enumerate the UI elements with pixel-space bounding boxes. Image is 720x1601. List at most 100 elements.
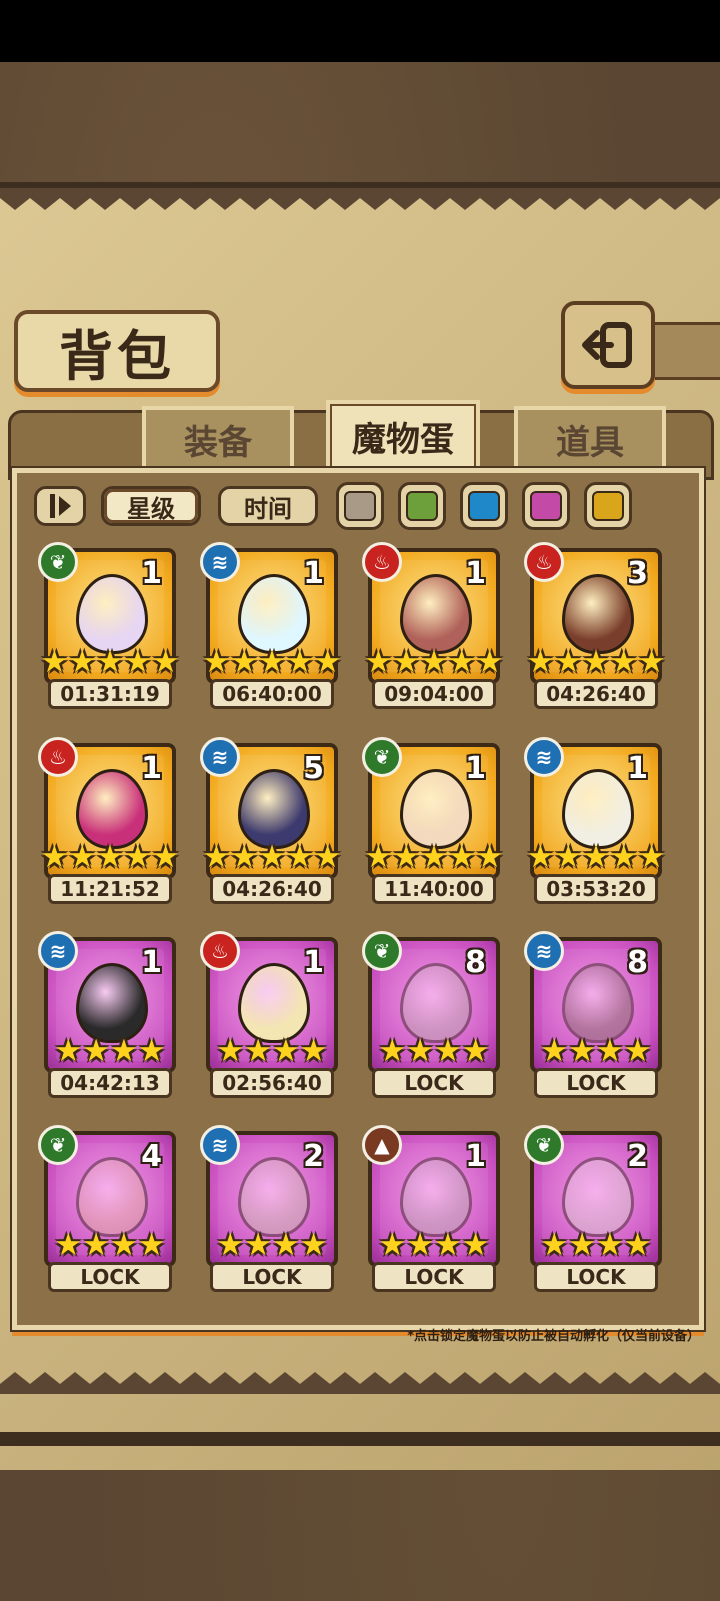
pink-swatch xyxy=(530,491,562,521)
star-icon: ★ xyxy=(568,1227,596,1263)
star-rating: ★ ★ ★ ★ xyxy=(48,1230,172,1261)
star-icon: ★ xyxy=(526,644,555,680)
tab-items[interactable]: 道具 xyxy=(514,406,666,472)
star-icon: ★ xyxy=(96,644,124,680)
star-icon: ★ xyxy=(540,1033,569,1069)
lock-button[interactable]: LOCK xyxy=(210,1262,334,1292)
sort-by-star-label: 星级 xyxy=(127,494,175,523)
star-icon: ★ xyxy=(96,839,124,875)
water-element-icon: ≋ xyxy=(524,737,564,777)
star-icon: ★ xyxy=(123,644,152,680)
star-icon: ★ xyxy=(272,1033,300,1069)
water-element-icon: ≋ xyxy=(200,737,240,777)
egg-count: 1 xyxy=(465,1139,486,1174)
status-bar xyxy=(0,0,720,62)
star-icon: ★ xyxy=(475,644,504,680)
star-icon: ★ xyxy=(420,839,448,875)
star-icon: ★ xyxy=(554,839,583,875)
star-icon: ★ xyxy=(216,1227,245,1263)
lock-button[interactable]: LOCK xyxy=(534,1262,658,1292)
star-icon: ★ xyxy=(596,1227,624,1263)
sort-by-star-button[interactable]: 星级 xyxy=(101,486,201,526)
star-icon: ★ xyxy=(609,839,638,875)
lock-button[interactable]: LOCK xyxy=(372,1262,496,1292)
green-swatch xyxy=(406,491,438,521)
star-rating: ★ ★ ★ ★ ★ xyxy=(527,839,666,875)
page-title: 背包 xyxy=(59,324,175,388)
star-icon: ★ xyxy=(151,839,180,875)
back-button[interactable] xyxy=(561,301,655,389)
hatch-timer: 09:04:00 xyxy=(372,679,496,709)
star-icon: ★ xyxy=(461,1227,490,1263)
sort-by-time-button[interactable]: 时间 xyxy=(218,486,318,526)
leaf-element-icon: ❦ xyxy=(362,737,402,777)
egg-count: 1 xyxy=(465,751,486,786)
star-icon: ★ xyxy=(392,839,421,875)
star-icon: ★ xyxy=(202,839,231,875)
star-icon: ★ xyxy=(434,1227,462,1263)
star-icon: ★ xyxy=(364,644,393,680)
earth-element-icon: ▲ xyxy=(362,1125,402,1165)
sort-order-toggle[interactable] xyxy=(34,486,86,526)
egg-count: 1 xyxy=(141,751,162,786)
egg-count: 5 xyxy=(303,751,324,786)
egg-count: 2 xyxy=(627,1139,648,1174)
water-element-icon: ≋ xyxy=(524,931,564,971)
star-icon: ★ xyxy=(378,1033,407,1069)
filter-yellow-button[interactable] xyxy=(584,482,632,530)
page-title-plate: 背包 xyxy=(14,310,220,392)
tab-monster-eggs[interactable]: 魔物蛋 xyxy=(326,400,480,472)
tab-equipment[interactable]: 装备 xyxy=(142,406,294,472)
star-rating: ★ ★ ★ ★ ★ xyxy=(41,839,180,875)
hatch-timer: 06:40:00 xyxy=(210,679,334,709)
grey-swatch xyxy=(344,491,376,521)
egg-count: 1 xyxy=(303,945,324,980)
star-rating: ★ ★ ★ ★ xyxy=(48,1036,172,1067)
hatch-timer: 04:26:40 xyxy=(210,874,334,904)
star-icon: ★ xyxy=(82,1227,110,1263)
star-icon: ★ xyxy=(151,644,180,680)
star-icon: ★ xyxy=(540,1227,569,1263)
star-icon: ★ xyxy=(40,839,69,875)
water-element-icon: ≋ xyxy=(200,1125,240,1165)
hatch-timer: 11:40:00 xyxy=(372,874,496,904)
hatch-timer: 04:42:13 xyxy=(48,1068,172,1098)
star-rating: ★ ★ ★ ★ ★ xyxy=(365,839,504,875)
star-icon: ★ xyxy=(378,1227,407,1263)
star-icon: ★ xyxy=(68,839,97,875)
star-icon: ★ xyxy=(137,1227,166,1263)
star-icon: ★ xyxy=(40,644,69,680)
star-icon: ★ xyxy=(244,1033,272,1069)
egg-count: 8 xyxy=(465,945,486,980)
star-icon: ★ xyxy=(110,1227,138,1263)
lock-hint-note: *点击锁定魔物蛋以防止被自动孵化（仅当前设备） xyxy=(407,1329,700,1344)
back-arrow-icon xyxy=(582,322,632,368)
sort-by-time-label: 时间 xyxy=(244,494,292,523)
filter-pink-button[interactable] xyxy=(522,482,570,530)
star-icon: ★ xyxy=(406,1033,434,1069)
star-rating: ★ ★ ★ ★ ★ xyxy=(203,647,342,678)
fire-element-icon: ♨ xyxy=(524,542,564,582)
sort-toggle-icon xyxy=(50,494,71,518)
filter-blue-button[interactable] xyxy=(460,482,508,530)
hatch-timer: 04:26:40 xyxy=(534,679,658,709)
star-icon: ★ xyxy=(54,1227,83,1263)
egg-count: 8 xyxy=(627,945,648,980)
hatch-timer: 02:56:40 xyxy=(210,1068,334,1098)
filter-grey-button[interactable] xyxy=(336,482,384,530)
blue-swatch xyxy=(468,491,500,521)
egg-count: 1 xyxy=(303,556,324,591)
star-icon: ★ xyxy=(461,1033,490,1069)
star-icon: ★ xyxy=(258,839,286,875)
egg-count: 1 xyxy=(465,556,486,591)
lock-button[interactable]: LOCK xyxy=(48,1262,172,1292)
star-icon: ★ xyxy=(123,839,152,875)
back-button-rail xyxy=(645,322,720,380)
star-icon: ★ xyxy=(299,1227,328,1263)
filter-green-button[interactable] xyxy=(398,482,446,530)
leaf-element-icon: ❦ xyxy=(362,931,402,971)
lock-button[interactable]: LOCK xyxy=(372,1068,496,1098)
hatch-timer: 03:53:20 xyxy=(534,874,658,904)
lock-button[interactable]: LOCK xyxy=(534,1068,658,1098)
star-icon: ★ xyxy=(68,644,97,680)
